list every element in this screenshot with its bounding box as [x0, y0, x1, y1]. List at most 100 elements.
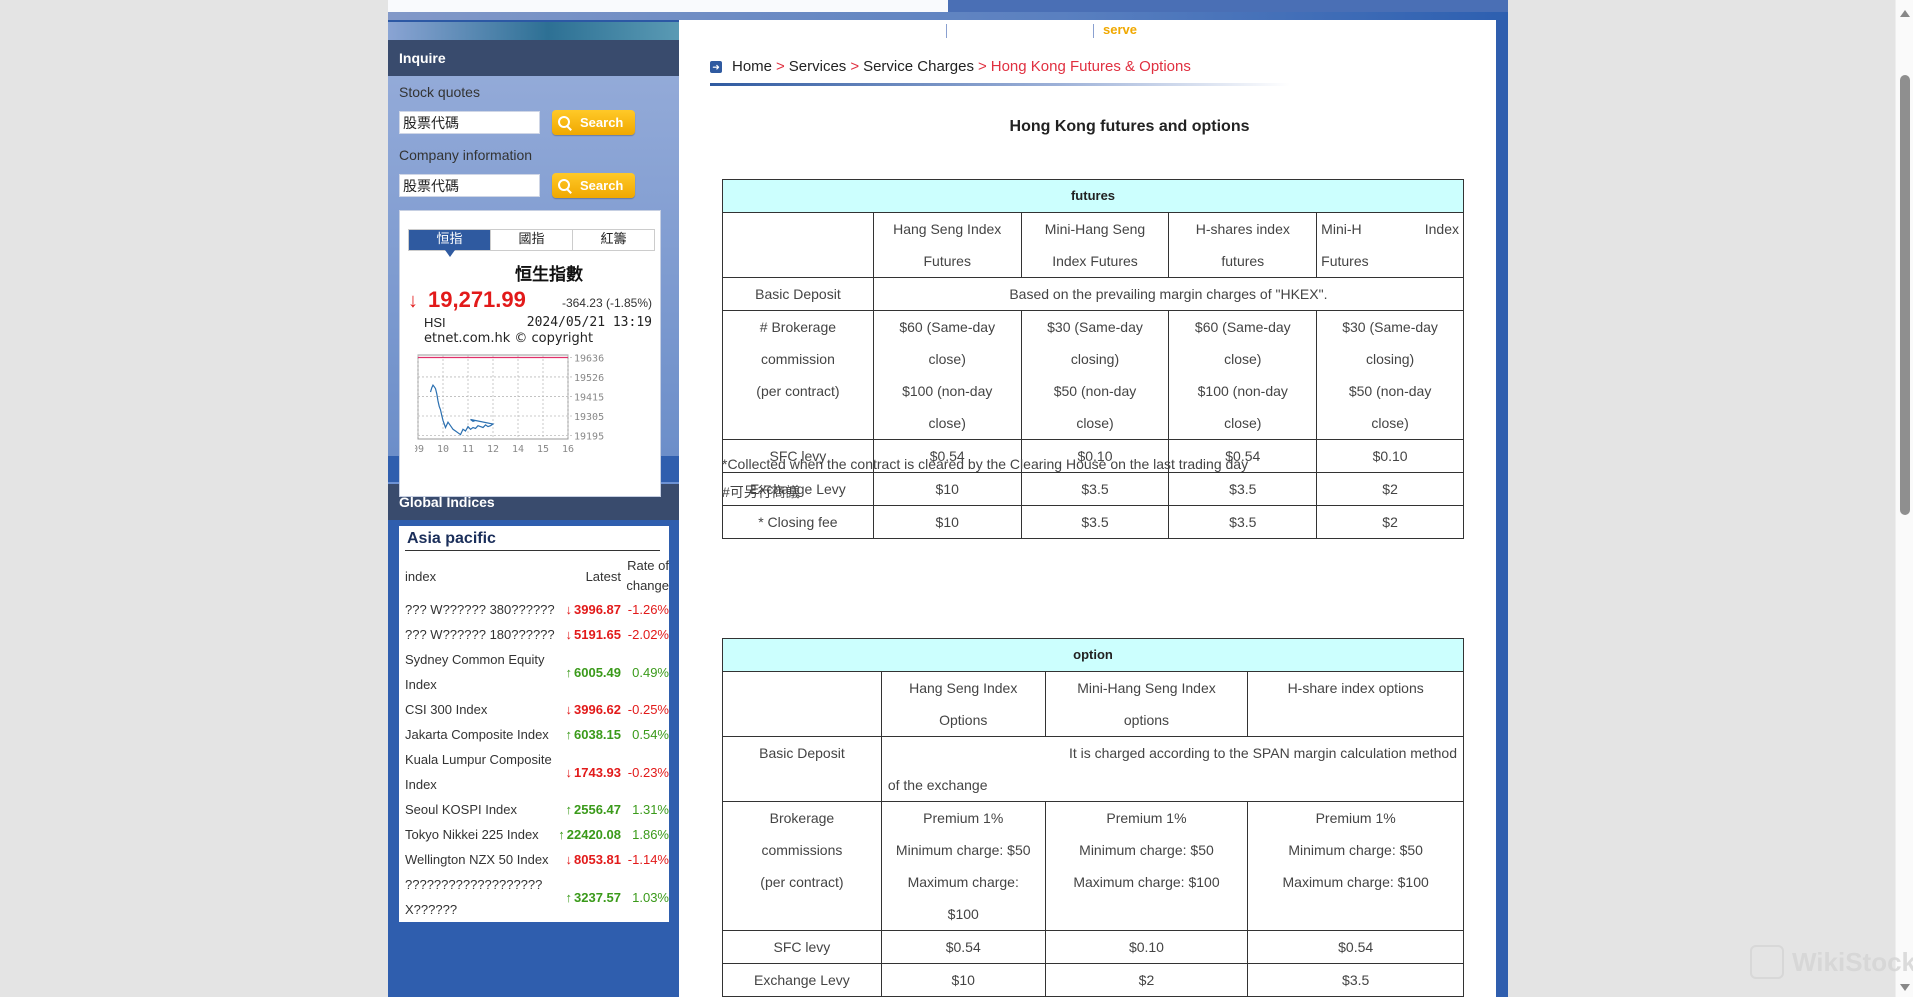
table-row: * Closing fee $10 $3.5 $3.5 $2 [722, 505, 1464, 539]
product-name: Mini-H Index Futures [1316, 212, 1464, 278]
index-latest: 3237.57 [574, 889, 621, 905]
row-label: SFC levy [722, 930, 882, 964]
company-code-input[interactable] [399, 174, 540, 197]
breadcrumb-service-charges[interactable]: Service Charges [863, 58, 974, 75]
scrollbar-thumb[interactable] [1900, 75, 1910, 515]
list-item[interactable]: Jakarta Composite Index ↑ 6038.15 0.54% [405, 722, 669, 747]
index-symbol: HSI [424, 315, 446, 330]
list-item[interactable]: ??????????????????? X?????? ↑ 3237.57 1.03% [405, 872, 669, 922]
fee-value: $3.5 [1020, 505, 1170, 539]
row-label: Exchange Levy [722, 963, 882, 997]
brokerage-value: $30 (Same-day closing) $50 (non-day close) [1020, 310, 1170, 440]
table-row: Exchange Levy $10 $3.5 $3.5 $2 [722, 472, 1464, 506]
fee-value: $0.10 [1316, 439, 1464, 473]
index-rate: 1.03% [632, 889, 669, 905]
top-strip [388, 0, 948, 12]
breadcrumb: ➜ Home > Services > Service Charges > Ho… [710, 58, 1191, 75]
breadcrumb-home[interactable]: Home [732, 58, 772, 75]
x-tick-label: 09 [415, 444, 424, 455]
fee-value: $3.5 [1168, 472, 1318, 506]
brokerage-value: Premium 1% Minimum charge: $50 Maximum cha… [880, 801, 1046, 931]
list-item[interactable]: Sydney Common Equity Index ↑ 6005.49 0.49% [405, 647, 669, 697]
page-frame: Inquire Stock quotes Search Company info… [388, 0, 1508, 997]
table-row: Basic Deposit It is charged according to… [722, 736, 1465, 802]
tab-hsi[interactable]: 恒指 [409, 230, 490, 257]
stock-quotes-label: Stock quotes [399, 84, 480, 100]
list-item[interactable]: Wellington NZX 50 Index ↓ 8053.81 -1.14% [405, 847, 669, 872]
top-nav-strip [948, 0, 1508, 12]
inquire-panel: Stock quotes Search Company information … [388, 76, 679, 497]
index-latest: 6005.49 [574, 664, 621, 680]
scroll-down-icon[interactable] [1900, 984, 1910, 991]
basic-deposit-value: Based on the prevailing margin charges o… [872, 277, 1465, 311]
hsi-widget: 恒指 國指 紅籌 恒生指數 ↓ 19,271.99 -364.23 (-1.85… [399, 210, 661, 497]
index-name: Wellington NZX 50 Index [405, 852, 549, 867]
tab-red-chips[interactable]: 紅籌 [572, 230, 654, 250]
row-label: * Closing fee [722, 505, 874, 539]
vertical-scrollbar[interactable] [1895, 0, 1913, 997]
list-item[interactable]: CSI 300 Index ↓ 3996.62 -0.25% [405, 697, 669, 722]
fee-value: $2 [1316, 505, 1464, 539]
row-label: Brokerage commissions (per contract) [722, 801, 882, 931]
fee-value: $3.5 [1168, 505, 1318, 539]
stock-code-input[interactable] [399, 111, 540, 134]
table-row: Basic Deposit Based on the prevailing ma… [722, 277, 1465, 311]
fee-value: $0.10 [1044, 930, 1249, 964]
index-latest: 5191.65 [574, 627, 621, 642]
row-label: Basic Deposit [722, 277, 874, 311]
sub-navigation: serve [679, 20, 1496, 40]
scroll-up-icon[interactable] [1900, 10, 1910, 17]
fee-value: $0.54 [1247, 930, 1464, 964]
table-row: # Brokerage commission (per contract) $60 … [722, 310, 1464, 440]
arrow-right-icon: ➜ [710, 60, 722, 73]
table-row: Hang Seng Index Futures Mini-Hang Seng Ind… [722, 212, 1464, 278]
table-row: SFC levy $0.54 $0.10 $0.54 [722, 930, 1464, 964]
x-tick-label: 14 [512, 444, 524, 455]
x-tick-label: 15 [537, 444, 549, 455]
index-tabs: 恒指 國指 紅籌 [408, 229, 655, 257]
futures-header: futures [722, 179, 1464, 213]
product-name: Mini-Hang Seng Index Futures [1020, 212, 1170, 278]
fee-value: $10 [872, 472, 1022, 506]
col-index: index [405, 568, 437, 584]
x-tick-label: 11 [462, 444, 474, 455]
company-search-button[interactable]: Search [552, 173, 635, 198]
index-rate: 1.31% [632, 802, 669, 817]
stock-search-button[interactable]: Search [552, 110, 635, 135]
arrow-up-icon: ↑ [565, 802, 573, 817]
nav-item-serve[interactable]: serve [1103, 22, 1137, 37]
hsi-intraday-chart: 09 10 11 12 14 15 16 19636 19526 19415 19305 19195 [415, 353, 604, 455]
index-latest: 1743.93 [574, 764, 621, 780]
inquire-heading: Inquire [388, 40, 679, 76]
fee-value: $10 [872, 505, 1022, 539]
watermark: WikiStock [1750, 945, 1913, 979]
list-item[interactable]: Tokyo Nikkei 225 Index ↑ 22420.08 1.86% [405, 822, 669, 847]
index-name: Jakarta Composite Index [405, 727, 549, 742]
arrow-down-icon: ↓ [565, 602, 573, 617]
index-rate: -2.02% [627, 627, 669, 642]
list-item[interactable]: ??? W?????? 380?????? ↓ 3996.87 -1.26% [405, 597, 669, 622]
arrow-up-icon: ↑ [565, 664, 573, 680]
index-rate: -1.14% [627, 852, 669, 867]
index-name: Tokyo Nikkei 225 Index [405, 827, 539, 842]
breadcrumb-services[interactable]: Services [789, 58, 847, 75]
index-title: 恒生指數 [515, 265, 583, 285]
tab-hscei[interactable]: 國指 [490, 230, 572, 250]
list-item[interactable]: ??? W?????? 180?????? ↓ 5191.65 -2.02% [405, 622, 669, 647]
index-latest: 3996.62 [574, 702, 621, 717]
list-item[interactable]: Kuala Lumpur Composite Index ↓ 1743.93 -0.2… [405, 747, 669, 797]
index-name: Seoul KOSPI Index [405, 802, 518, 817]
list-item[interactable]: Seoul KOSPI Index ↑ 2556.47 1.31% [405, 797, 669, 822]
main-content: serve ➜ Home > Services > Service Charge… [679, 20, 1496, 997]
x-tick-label: 16 [562, 444, 574, 455]
arrow-down-icon: ↓ [565, 852, 573, 867]
search-icon [558, 115, 572, 130]
options-header: option [722, 638, 1464, 672]
nav-divider [1093, 24, 1094, 38]
fee-value: $2 [1044, 963, 1249, 997]
wikistock-logo-icon [1750, 945, 1784, 979]
y-tick-label: 19195 [574, 431, 604, 442]
index-latest: 3996.87 [574, 602, 621, 617]
global-indices-panel: Asia pacific index Latest Rate of change… [399, 526, 669, 922]
nav-divider [946, 24, 947, 38]
